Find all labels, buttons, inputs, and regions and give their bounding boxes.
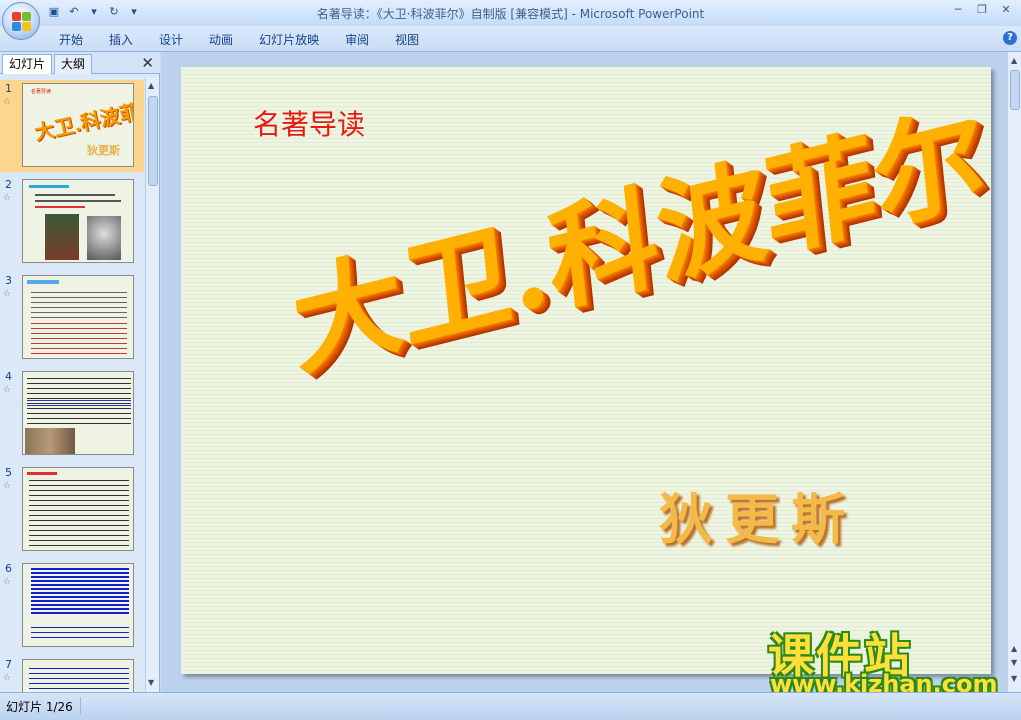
tab-insert[interactable]: 插入 xyxy=(96,31,146,49)
slide-thumbnail-1[interactable]: 1 ☆ 名著导读 大卫.科波菲尔 狄更斯 xyxy=(0,80,144,172)
tab-home[interactable]: 开始 xyxy=(46,31,96,49)
slide-number: 7 xyxy=(5,658,12,671)
thumbnail-image xyxy=(22,563,134,647)
thumbnail-image xyxy=(22,659,134,692)
slide-number: 3 xyxy=(5,274,12,287)
thumbnail-scrollbar[interactable]: ▲ ▼ xyxy=(145,78,159,692)
slide-title[interactable]: 大卫.科波菲尔 xyxy=(284,67,991,399)
slide-number: 1 xyxy=(5,82,12,95)
ribbon-tabs: 开始 插入 设计 动画 幻灯片放映 审阅 视图 xyxy=(46,31,432,49)
slide-thumbnail-5[interactable]: 5 ☆ xyxy=(0,464,144,556)
tab-animation[interactable]: 动画 xyxy=(196,31,246,49)
scroll-down-icon[interactable]: ▼ xyxy=(148,678,154,687)
animation-star-icon: ☆ xyxy=(3,481,12,491)
slide-author[interactable]: 狄更斯 xyxy=(659,475,857,554)
tab-view[interactable]: 视图 xyxy=(382,31,432,49)
scrollbar-thumb[interactable] xyxy=(1010,70,1020,110)
slide-thumbnail-6[interactable]: 6 ☆ xyxy=(0,560,144,652)
slides-panel: 幻灯片 大纲 ✕ 1 ☆ 名著导读 大卫.科波菲尔 狄更斯 2 ☆ 3 ☆ 4 … xyxy=(0,52,160,692)
minimize-icon[interactable]: ─ xyxy=(947,2,969,18)
slide-thumbnail-4[interactable]: 4 ☆ xyxy=(0,368,144,460)
watermark: 课件站 www.kjzhan.com xyxy=(768,620,1008,698)
animation-star-icon: ☆ xyxy=(3,97,12,107)
animation-star-icon: ☆ xyxy=(3,673,12,683)
slide-number: 6 xyxy=(5,562,12,575)
tab-design[interactable]: 设计 xyxy=(146,31,196,49)
animation-star-icon: ☆ xyxy=(3,385,12,395)
scrollbar-thumb[interactable] xyxy=(148,96,158,186)
tab-outline[interactable]: 大纲 xyxy=(54,54,93,74)
tab-slideshow[interactable]: 幻灯片放映 xyxy=(246,31,332,49)
office-logo-icon xyxy=(12,12,32,32)
thumb-subtitle: 名著导读 xyxy=(31,89,52,95)
book-cover-image xyxy=(45,214,79,260)
scroll-up-icon[interactable]: ▲ xyxy=(148,81,154,90)
thumb-title: 大卫.科波菲尔 xyxy=(32,95,134,145)
slide-number: 4 xyxy=(5,370,12,383)
close-icon[interactable]: ✕ xyxy=(141,54,154,72)
thumbnail-image: 名著导读 大卫.科波菲尔 狄更斯 xyxy=(22,83,134,167)
thumbnail-image xyxy=(22,371,134,455)
slide-scrollbar[interactable]: ▲ ▲ ▼ ▼ xyxy=(1007,52,1021,692)
animation-star-icon: ☆ xyxy=(3,193,12,203)
slide-thumbnail-2[interactable]: 2 ☆ xyxy=(0,176,144,268)
slide-thumbnail-3[interactable]: 3 ☆ xyxy=(0,272,144,364)
thumbnail-list: 1 ☆ 名著导读 大卫.科波菲尔 狄更斯 2 ☆ 3 ☆ 4 ☆ 5 ☆ 6 ☆… xyxy=(0,78,144,692)
panel-tabs: 幻灯片 大纲 ✕ xyxy=(0,52,160,74)
slide-canvas[interactable]: 名著导读 大卫.科波菲尔 狄更斯 xyxy=(181,67,991,674)
office-button[interactable] xyxy=(2,2,40,40)
help-icon[interactable]: ? xyxy=(1003,31,1017,45)
slide-thumbnail-7[interactable]: 7 ☆ xyxy=(0,656,144,692)
slide-number: 2 xyxy=(5,178,12,191)
status-divider xyxy=(80,697,81,715)
animation-star-icon: ☆ xyxy=(3,577,12,587)
tab-slides[interactable]: 幻灯片 xyxy=(2,54,53,74)
status-bar: 幻灯片 1/26 xyxy=(0,692,1021,720)
close-icon[interactable]: ✕ xyxy=(995,2,1017,18)
thumbnail-image xyxy=(22,275,134,359)
illustration-image xyxy=(25,428,75,454)
thumb-author: 狄更斯 xyxy=(87,144,120,157)
slide-count: 幻灯片 1/26 xyxy=(6,700,73,714)
slide-number: 5 xyxy=(5,466,12,479)
scroll-up-icon[interactable]: ▲ xyxy=(1011,56,1017,65)
maximize-icon[interactable]: ❐ xyxy=(971,2,993,18)
tab-review[interactable]: 审阅 xyxy=(332,31,382,49)
window-title: 名著导读：《大卫·科波菲尔》自制版 [兼容模式] - Microsoft Pow… xyxy=(316,7,705,21)
next-slide-icon[interactable]: ▼ xyxy=(1011,658,1017,667)
slide-editor: 名著导读 大卫.科波菲尔 狄更斯 xyxy=(161,52,1007,692)
slide-subtitle[interactable]: 名著导读 xyxy=(253,103,365,143)
window-controls: ─ ❐ ✕ xyxy=(947,2,1017,18)
title-bar: ▣ ↶ ▾ ↻ ▾ 名著导读：《大卫·科波菲尔》自制版 [兼容模式] - Mic… xyxy=(0,0,1021,26)
thumbnail-image xyxy=(22,179,134,263)
ribbon: 开始 插入 设计 动画 幻灯片放映 审阅 视图 ? xyxy=(0,26,1021,52)
scroll-down-icon[interactable]: ▼ xyxy=(1011,674,1017,683)
portrait-image xyxy=(87,216,121,260)
previous-slide-icon[interactable]: ▲ xyxy=(1011,644,1017,653)
animation-star-icon: ☆ xyxy=(3,289,12,299)
thumbnail-image xyxy=(22,467,134,551)
